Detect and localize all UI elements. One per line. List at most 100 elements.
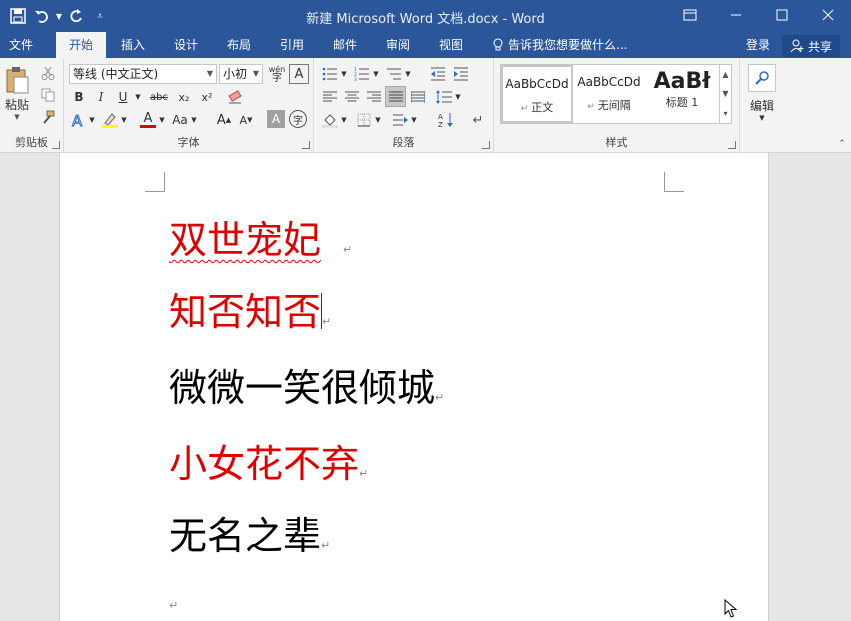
doc-line-1[interactable]: 双世宠妃 ↵ bbox=[169, 209, 352, 264]
style-normal[interactable]: AaBbCcDd ↵ 正文 bbox=[501, 65, 573, 123]
numbering-dropdown-icon[interactable]: ▼ bbox=[372, 64, 380, 84]
style-heading1-sample: AaBł bbox=[653, 69, 711, 94]
paragraph-mark: ↵ bbox=[343, 243, 353, 256]
change-case-button[interactable]: Aa bbox=[170, 110, 190, 130]
ribbon-display-options-icon[interactable] bbox=[667, 0, 713, 30]
login-link[interactable]: 登录 bbox=[746, 32, 770, 58]
copy-icon[interactable] bbox=[38, 86, 58, 104]
font-name-value: 等线 (中文正文) bbox=[73, 67, 159, 81]
tab-insert[interactable]: 插入 bbox=[111, 32, 155, 58]
tab-design[interactable]: 设计 bbox=[164, 32, 208, 58]
character-shading-button[interactable]: A bbox=[267, 110, 285, 128]
styles-scroll-down-icon[interactable]: ▼ bbox=[722, 89, 728, 98]
close-icon[interactable] bbox=[805, 0, 851, 30]
bold-button[interactable]: B bbox=[69, 87, 89, 107]
show-marks-icon[interactable]: ↵ bbox=[468, 110, 488, 130]
borders-dropdown-icon[interactable]: ▼ bbox=[374, 110, 382, 130]
shading-icon[interactable] bbox=[320, 110, 340, 130]
document-area[interactable]: 双世宠妃 ↵ 知否知否↵ 微微一笑很倾城↵ 小女花不弃↵ 无名之辈↵ ↵ bbox=[0, 153, 851, 621]
share-button[interactable]: 共享 bbox=[782, 35, 840, 57]
doc-line-2-text: 知否知否 bbox=[169, 290, 322, 334]
doc-line-5[interactable]: 无名之辈↵ bbox=[169, 505, 330, 560]
maximize-icon[interactable] bbox=[759, 0, 805, 30]
collapse-ribbon-icon[interactable]: ⌃ bbox=[835, 138, 849, 150]
clipboard-launcher-icon[interactable] bbox=[52, 141, 60, 149]
font-color-icon[interactable]: A bbox=[138, 110, 158, 130]
numbering-icon[interactable]: 123 bbox=[352, 64, 372, 84]
character-border-button[interactable]: A bbox=[289, 64, 309, 84]
underline-button[interactable]: U bbox=[113, 87, 133, 107]
italic-button[interactable]: I bbox=[91, 87, 111, 107]
shrink-font-button[interactable]: A ▼ bbox=[236, 110, 256, 130]
highlight-icon[interactable] bbox=[100, 110, 120, 130]
clipboard-group: 粘贴 ▼ 剪贴板 bbox=[0, 58, 64, 153]
format-painter-icon[interactable] bbox=[38, 108, 58, 126]
minimize-icon[interactable] bbox=[713, 0, 759, 30]
paste-button[interactable]: 粘贴 ▼ bbox=[2, 64, 32, 122]
line-spacing-icon[interactable] bbox=[434, 87, 454, 107]
style-heading1[interactable]: AaBł 标题 1 bbox=[647, 65, 717, 123]
phonetic-guide-button[interactable]: wén 字 bbox=[267, 64, 287, 84]
tab-view[interactable]: 视图 bbox=[429, 32, 473, 58]
styles-launcher-icon[interactable] bbox=[728, 141, 736, 149]
find-icon[interactable] bbox=[748, 64, 776, 92]
enclose-characters-button[interactable]: 字 bbox=[289, 110, 307, 128]
align-right-icon[interactable] bbox=[364, 87, 384, 107]
paste-icon bbox=[6, 66, 29, 93]
editing-dropdown-icon[interactable]: ▼ bbox=[744, 112, 780, 124]
tab-references[interactable]: 引用 bbox=[270, 32, 314, 58]
borders-icon[interactable] bbox=[354, 110, 374, 130]
underline-dropdown-icon[interactable]: ▼ bbox=[133, 87, 143, 107]
doc-line-2[interactable]: 知否知否↵ bbox=[169, 281, 331, 336]
multilevel-dropdown-icon[interactable]: ▼ bbox=[404, 64, 412, 84]
font-size-dropdown-icon[interactable]: ▼ bbox=[253, 65, 259, 83]
line-spacing-dropdown-icon[interactable]: ▼ bbox=[454, 87, 462, 107]
align-left-icon[interactable] bbox=[320, 87, 340, 107]
distributed-icon[interactable] bbox=[408, 87, 428, 107]
sort-icon[interactable]: AZ bbox=[436, 110, 456, 130]
styles-more-icon[interactable]: ▾ bbox=[723, 109, 727, 118]
highlight-dropdown-icon[interactable]: ▼ bbox=[120, 110, 128, 130]
font-color-dropdown-icon[interactable]: ▼ bbox=[158, 110, 166, 130]
increase-indent-icon[interactable] bbox=[451, 64, 471, 84]
styles-scroll[interactable]: ▲ ▼ ▾ bbox=[719, 65, 731, 123]
clear-formatting-icon[interactable] bbox=[224, 87, 246, 107]
tab-review[interactable]: 审阅 bbox=[376, 32, 420, 58]
font-size-combo[interactable]: 小初 ▼ bbox=[219, 64, 263, 84]
styles-scroll-up-icon[interactable]: ▲ bbox=[722, 70, 728, 79]
tab-home[interactable]: 开始 bbox=[56, 32, 106, 58]
shading-dropdown-icon[interactable]: ▼ bbox=[340, 110, 348, 130]
grow-font-button[interactable]: A ▲ bbox=[214, 110, 234, 130]
tab-mailings[interactable]: 邮件 bbox=[323, 32, 367, 58]
doc-line-4[interactable]: 小女花不弃↵ bbox=[169, 433, 368, 488]
style-normal-name: 正文 bbox=[531, 101, 554, 114]
change-case-dropdown-icon[interactable]: ▼ bbox=[190, 110, 198, 130]
doc-line-3[interactable]: 微微一笑很倾城↵ bbox=[169, 357, 444, 412]
align-center-icon[interactable] bbox=[342, 87, 362, 107]
subscript-button[interactable]: x₂ bbox=[173, 87, 195, 107]
chinese-layout-icon[interactable] bbox=[390, 110, 410, 130]
tab-file[interactable]: 文件 bbox=[0, 32, 42, 58]
superscript-button[interactable]: x² bbox=[196, 87, 218, 107]
decrease-indent-icon[interactable] bbox=[428, 64, 448, 84]
font-size-value: 小初 bbox=[223, 67, 248, 81]
style-no-spacing[interactable]: AaBbCcDd ↵ 无间隔 bbox=[573, 65, 645, 123]
paste-dropdown-icon[interactable]: ▼ bbox=[14, 113, 19, 121]
strikethrough-button[interactable]: abc bbox=[146, 87, 172, 107]
document-page[interactable]: 双世宠妃 ↵ 知否知否↵ 微微一笑很倾城↵ 小女花不弃↵ 无名之辈↵ ↵ bbox=[59, 153, 769, 621]
justify-icon[interactable] bbox=[385, 86, 406, 107]
doc-line-5-text: 无名之辈 bbox=[169, 514, 322, 558]
text-effects-icon[interactable]: A bbox=[69, 110, 89, 130]
tab-layout[interactable]: 布局 bbox=[217, 32, 261, 58]
font-name-dropdown-icon[interactable]: ▼ bbox=[207, 65, 213, 83]
tell-me-box[interactable]: 告诉我您想要做什么... bbox=[492, 32, 627, 58]
bullets-dropdown-icon[interactable]: ▼ bbox=[340, 64, 348, 84]
font-launcher-icon[interactable] bbox=[302, 141, 310, 149]
chinese-layout-dropdown-icon[interactable]: ▼ bbox=[410, 110, 418, 130]
paragraph-launcher-icon[interactable] bbox=[482, 141, 490, 149]
bullets-icon[interactable] bbox=[320, 64, 340, 84]
multilevel-list-icon[interactable] bbox=[384, 64, 404, 84]
font-name-combo[interactable]: 等线 (中文正文) ▼ bbox=[69, 64, 217, 84]
text-effects-dropdown-icon[interactable]: ▼ bbox=[88, 110, 96, 130]
cut-icon[interactable] bbox=[38, 64, 58, 82]
